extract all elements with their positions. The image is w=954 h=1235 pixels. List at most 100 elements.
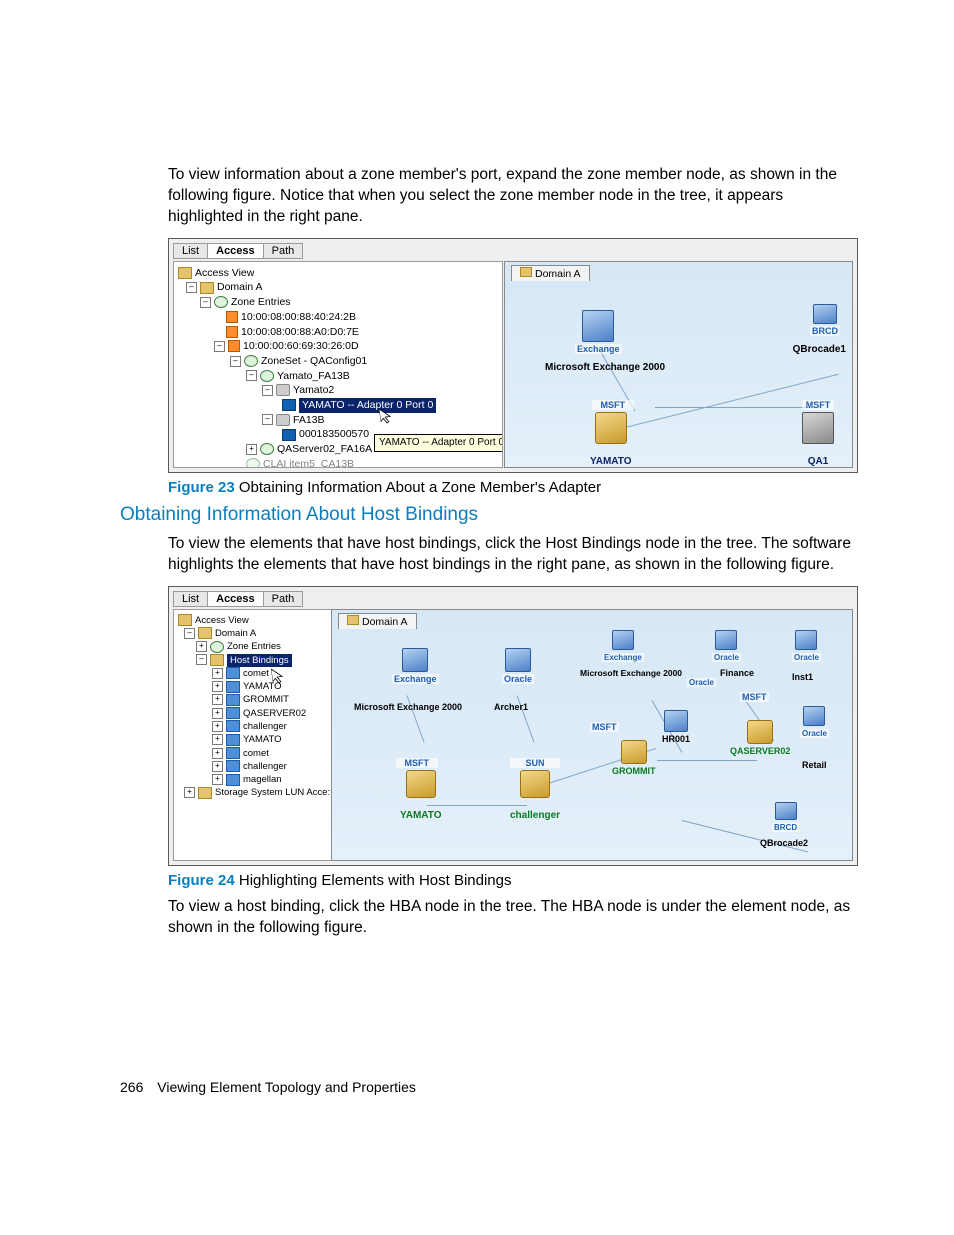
- topology-tab-domain[interactable]: Domain A: [338, 613, 417, 629]
- tree-host-label: GROMMIT: [243, 694, 289, 705]
- expand-icon[interactable]: +: [212, 708, 223, 719]
- tree-selected-adapter[interactable]: YAMATO -- Adapter 0 Port 0: [299, 398, 436, 413]
- topo-node-yamato[interactable]: MSFT YAMATO: [590, 412, 632, 467]
- topo-label-msft: MSFT: [590, 722, 619, 732]
- topo-node-exchange-left[interactable]: Exchange: [392, 648, 439, 685]
- switch-icon: [595, 412, 627, 444]
- port-icon: [226, 326, 238, 338]
- topo-node-brcd[interactable]: BRCD: [772, 802, 799, 833]
- expand-icon[interactable]: +: [212, 694, 223, 705]
- tree-fa13b[interactable]: FA13B: [293, 414, 325, 426]
- tree-yamato2[interactable]: Yamato2: [293, 384, 334, 396]
- switch-icon: [747, 720, 773, 744]
- expand-icon[interactable]: +: [212, 734, 223, 745]
- expand-icon[interactable]: –: [214, 341, 225, 352]
- host-icon: [226, 747, 240, 759]
- switch-icon: [520, 770, 550, 798]
- tree-host-item[interactable]: + GROMMIT: [178, 693, 328, 706]
- tree-host-label: comet: [243, 668, 269, 679]
- tree-host-item[interactable]: +YAMATO: [178, 733, 328, 746]
- expand-icon[interactable]: –: [186, 282, 197, 293]
- expand-icon[interactable]: –: [246, 370, 257, 381]
- tree-panel[interactable]: Access View –Domain A –Zone Entries 10:0…: [173, 261, 503, 468]
- tree-wwn1[interactable]: 10:00:08:00:88:40:24:2B: [241, 311, 356, 323]
- topology-tab-domain[interactable]: Domain A: [511, 265, 590, 281]
- tree-host-item[interactable]: +magellan: [178, 773, 328, 786]
- expand-icon[interactable]: +: [212, 761, 223, 772]
- expand-icon[interactable]: +: [212, 668, 223, 679]
- topo-label-msft: MSFT: [740, 692, 769, 702]
- page-footer: 266 Viewing Element Topology and Propert…: [120, 1079, 416, 1095]
- topo-node-oracle-right[interactable]: Oracle: [792, 630, 821, 663]
- tree-zone-yamato[interactable]: Yamato_FA13B: [277, 370, 350, 382]
- after-paragraph: To view a host binding, click the HBA no…: [168, 897, 859, 939]
- tab-list[interactable]: List: [173, 591, 208, 607]
- host-icon: [226, 760, 240, 772]
- tree-domain[interactable]: Domain A: [217, 281, 263, 293]
- tree-zoneset[interactable]: ZoneSet - QAConfig01: [261, 355, 367, 367]
- topo-node-grommit[interactable]: GROMMIT: [612, 740, 656, 776]
- expand-icon[interactable]: –: [184, 628, 195, 639]
- topo-label-qbrocade2: QBrocade2: [760, 838, 808, 848]
- topo-node-hr001[interactable]: HR001: [662, 710, 690, 744]
- tree-host-item[interactable]: +YAMATO: [178, 680, 328, 693]
- topo-node-oracle-retail[interactable]: Oracle: [800, 706, 829, 739]
- tab-path[interactable]: Path: [263, 591, 304, 607]
- tree-fa13b-child[interactable]: 000183500570: [299, 428, 369, 440]
- topo-node-exchange[interactable]: Exchange: [575, 310, 622, 355]
- expand-icon[interactable]: –: [262, 414, 273, 425]
- tab-access[interactable]: Access: [207, 591, 264, 607]
- figure-23-caption: Figure 23 Obtaining Information About a …: [168, 479, 859, 496]
- topo-node-qa1[interactable]: MSFT QA1: [802, 412, 834, 467]
- tree-domain[interactable]: Domain A: [215, 628, 256, 639]
- host-icon: [226, 774, 240, 786]
- topo-node-oracle-left[interactable]: Oracle: [502, 648, 534, 685]
- expand-icon[interactable]: +: [212, 681, 223, 692]
- tree-storage-access[interactable]: Storage System LUN Acce:: [215, 787, 330, 798]
- storage-icon: [198, 787, 212, 799]
- tree-panel[interactable]: Access View –Domain A +Zone Entries –Hos…: [173, 609, 333, 861]
- tree-host-item[interactable]: + comet: [178, 667, 328, 680]
- expand-icon[interactable]: +: [196, 641, 207, 652]
- tab-path[interactable]: Path: [263, 243, 304, 259]
- tree-zone-entries[interactable]: Zone Entries: [227, 641, 281, 652]
- topo-label-msexchange: Microsoft Exchange 2000: [354, 702, 462, 712]
- topo-node-yamato[interactable]: MSFT YAMATO: [400, 770, 442, 821]
- expand-icon[interactable]: +: [212, 774, 223, 785]
- tree-wwn2[interactable]: 10:00:08:00:88:A0:D0:7E: [241, 326, 359, 338]
- topo-node-brcd[interactable]: BRCD: [810, 304, 840, 337]
- topology-panel[interactable]: Domain A Exchange Microsoft Exchange 200…: [504, 261, 853, 468]
- tree-host-item[interactable]: + challenger: [178, 720, 328, 733]
- expand-icon[interactable]: +: [184, 787, 195, 798]
- tree-host-item[interactable]: + challenger: [178, 760, 328, 773]
- tree-host-item[interactable]: +comet: [178, 747, 328, 760]
- topology-panel[interactable]: Domain A Exchange Oracle Exchange: [331, 609, 853, 861]
- switch-icon: [406, 770, 436, 798]
- topo-node-challenger[interactable]: SUN challenger: [510, 770, 560, 821]
- cursor-icon: [271, 667, 285, 685]
- topo-node-exchange-mid[interactable]: Exchange: [602, 630, 644, 663]
- adapter-icon: [276, 414, 290, 426]
- expand-icon[interactable]: +: [212, 748, 223, 759]
- tooltip: YAMATO -- Adapter 0 Port 0: [374, 434, 503, 452]
- port-icon: [226, 311, 238, 323]
- expand-icon[interactable]: +: [246, 444, 257, 455]
- tree-qaserver[interactable]: QAServer02_FA16A: [277, 443, 372, 455]
- tree-zone-entries[interactable]: Zone Entries: [231, 296, 291, 308]
- tab-list[interactable]: List: [173, 243, 208, 259]
- expand-icon[interactable]: –: [262, 385, 273, 396]
- expand-icon[interactable]: –: [200, 297, 211, 308]
- tab-access[interactable]: Access: [207, 243, 264, 259]
- tree-host-label: challenger: [243, 761, 287, 772]
- tree-wwn3[interactable]: 10:00:00:60:69:30:26:0D: [243, 340, 359, 352]
- topo-node-oracle-mid[interactable]: Oracle: [712, 630, 741, 663]
- host-bindings-icon: [210, 654, 224, 666]
- expand-icon[interactable]: +: [212, 721, 223, 732]
- topo-label-retail: Retail: [802, 760, 827, 770]
- expand-icon[interactable]: –: [230, 356, 241, 367]
- tree-host-item[interactable]: +QASERVER02: [178, 707, 328, 720]
- tree-host-label: challenger: [243, 721, 287, 732]
- topo-node-qaserver02[interactable]: QASERVER02: [730, 720, 790, 756]
- tree-host-bindings[interactable]: Host Bindings: [227, 654, 292, 667]
- expand-icon[interactable]: –: [196, 654, 207, 665]
